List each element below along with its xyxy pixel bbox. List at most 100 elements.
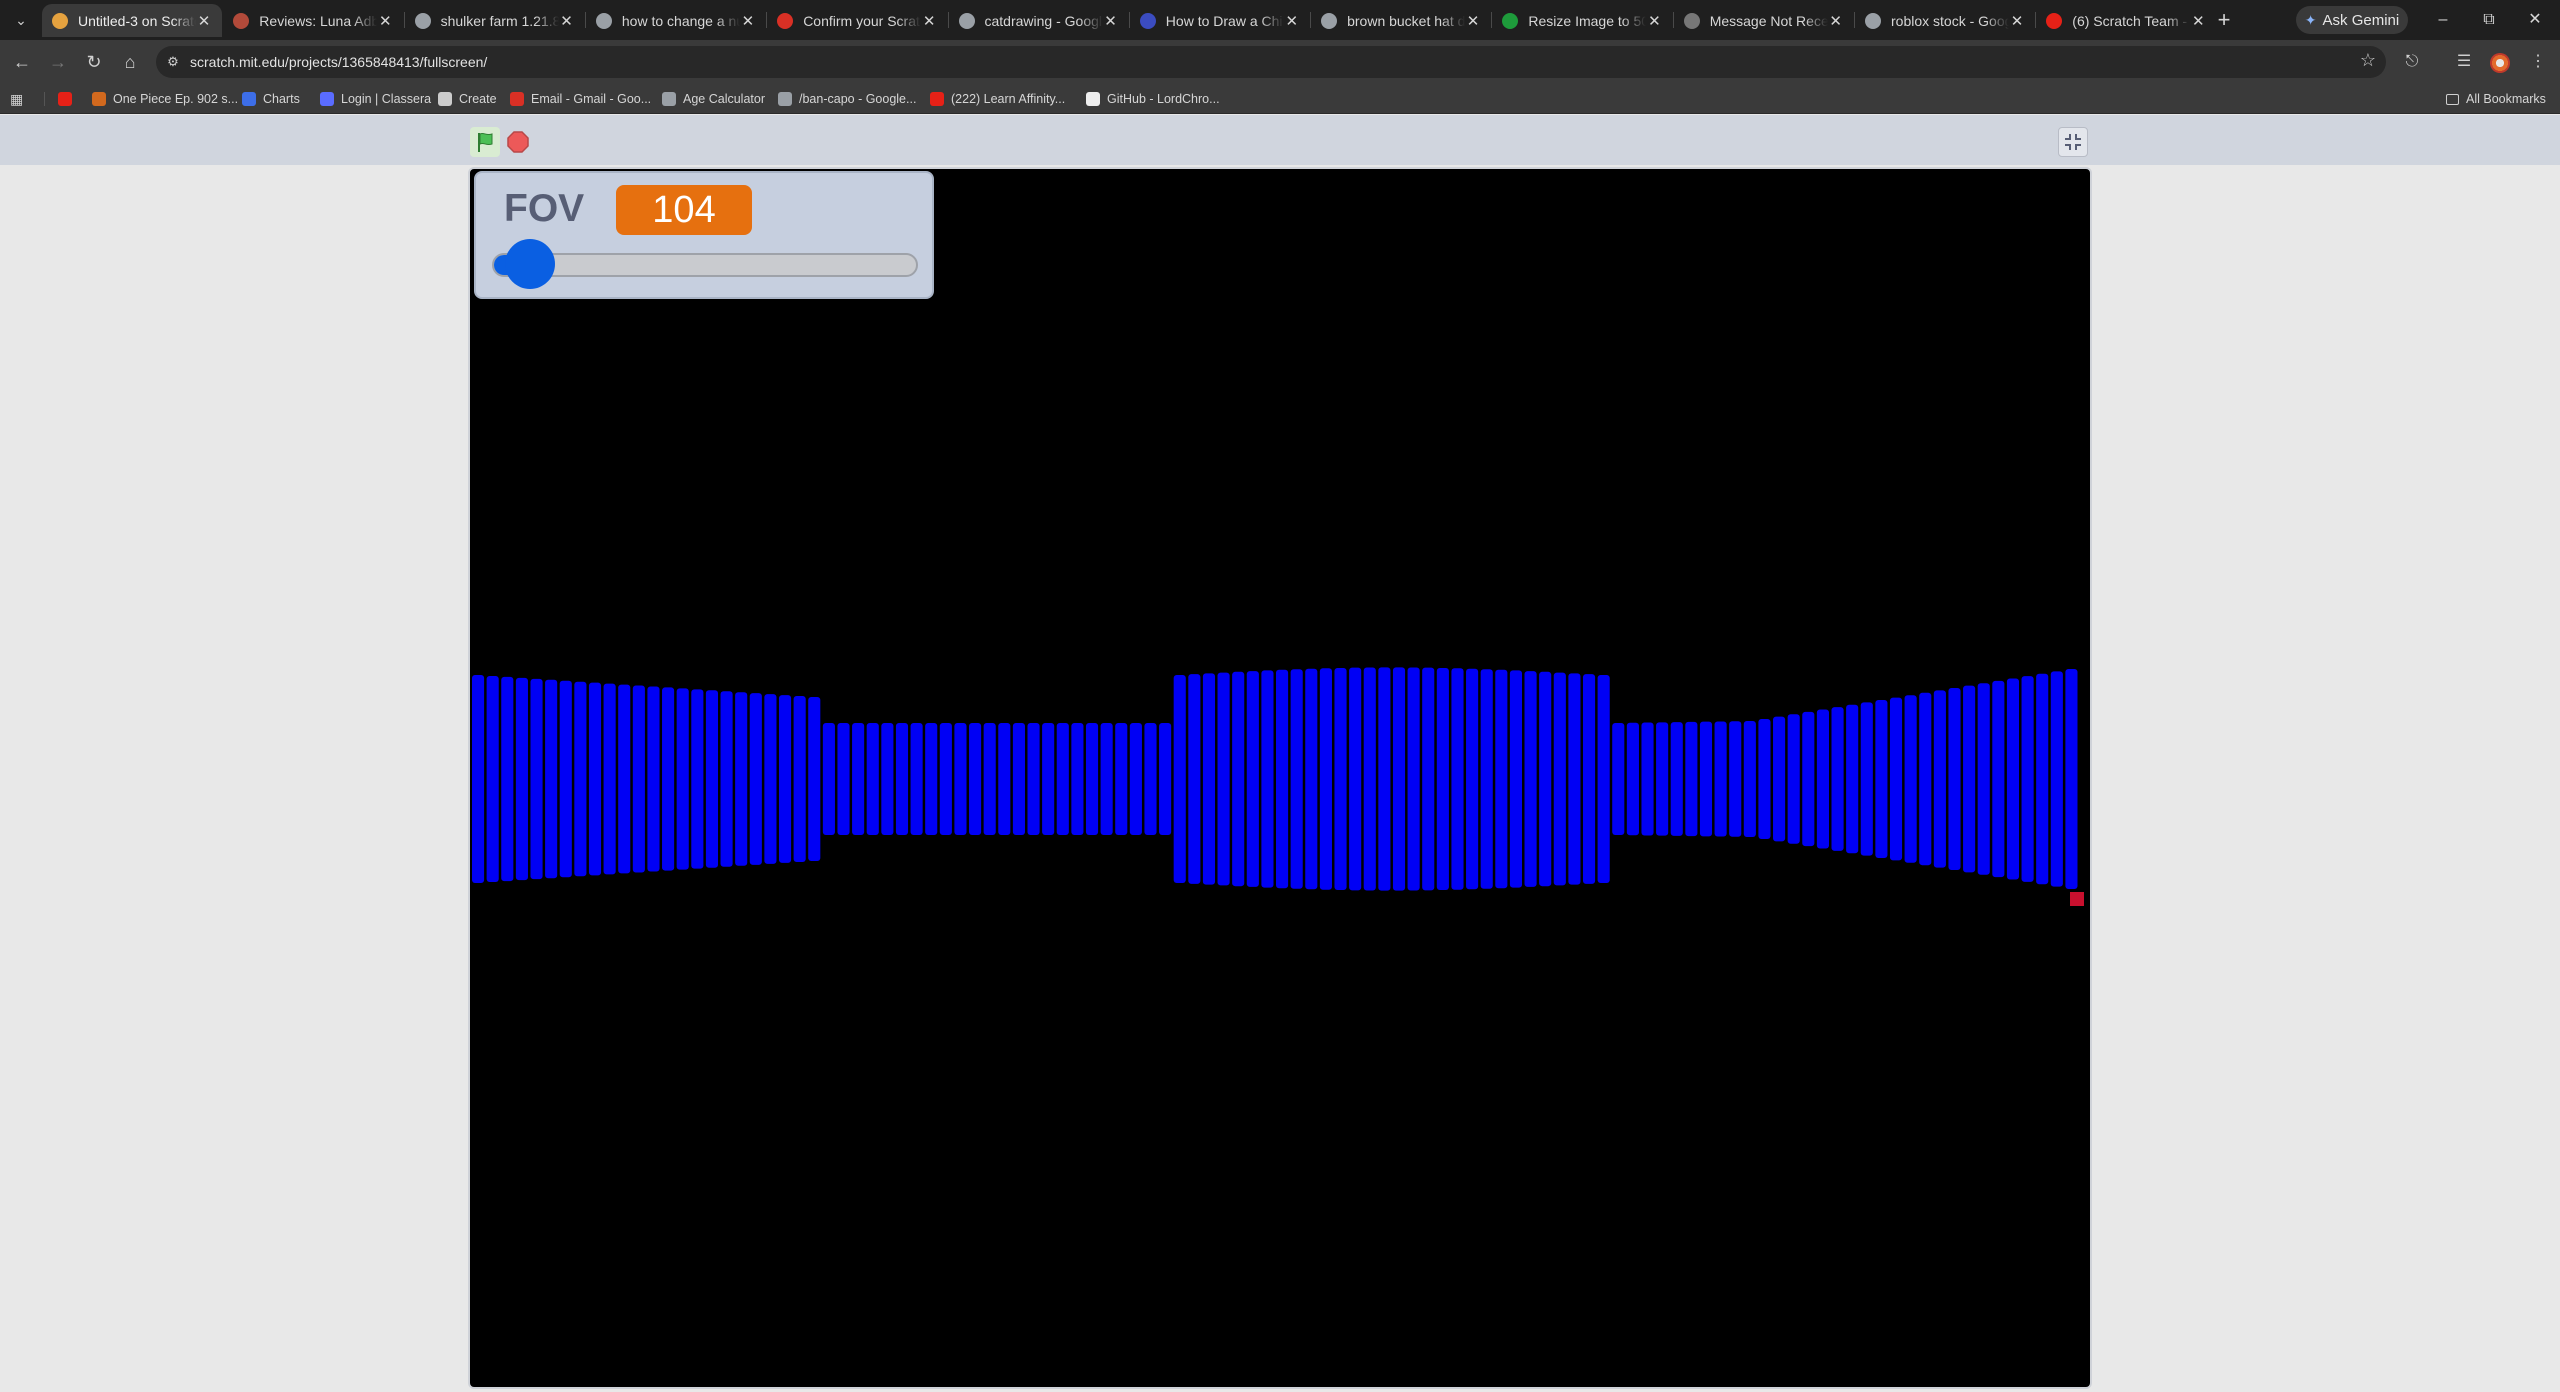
github-icon (1086, 92, 1100, 106)
tab[interactable]: how to change a nu ✕ (586, 4, 766, 37)
wall-column (2050, 671, 2063, 887)
bookmark-item[interactable]: (222) Learn Affinity... (930, 89, 1065, 109)
google-icon (778, 92, 792, 106)
tab[interactable]: catdrawing - Google ✕ (949, 4, 1129, 37)
wall-column (1480, 669, 1493, 889)
url-text[interactable]: scratch.mit.edu/projects/1365848413/full… (190, 54, 487, 70)
wall-column (1334, 667, 1347, 891)
bookmark-item[interactable]: One Piece Ep. 902 s... (92, 89, 238, 109)
tab[interactable]: Confirm your Scratch✕ (767, 4, 947, 37)
project-stage[interactable]: FOV 104 (468, 167, 2092, 1389)
bookmark-label: (222) Learn Affinity... (951, 92, 1066, 106)
tab[interactable]: How to Draw a Chibi ✕ (1130, 4, 1310, 37)
bookmark-item[interactable]: Charts (242, 89, 300, 109)
wall-column (1656, 722, 1669, 836)
tab-close-icon[interactable]: ✕ (1465, 12, 1481, 30)
tab-close-icon[interactable]: ✕ (740, 12, 756, 30)
wall-column (735, 692, 748, 866)
tab-close-icon[interactable]: ✕ (921, 12, 937, 30)
tab[interactable]: Untitled-3 on Scratch ✕ (42, 4, 222, 37)
browser-tab-strip: ⌄ Untitled-3 on Scratch ✕ Reviews: Luna Ad… (0, 0, 2560, 40)
profile-avatar[interactable] (2490, 53, 2510, 73)
fov-slider[interactable] (492, 239, 918, 289)
wall-column (2065, 669, 2078, 889)
tab-close-icon[interactable]: ✕ (559, 12, 575, 30)
bookmark-item[interactable] (58, 89, 79, 109)
tab-separator (947, 12, 949, 28)
youtube-icon (930, 92, 944, 106)
tab-close-icon[interactable]: ✕ (377, 12, 393, 30)
green-flag-button[interactable] (470, 127, 500, 157)
fov-slider-thumb[interactable] (504, 239, 555, 289)
bookmark-item[interactable]: Email - Gmail - Goo... (510, 89, 651, 109)
bookmark-item[interactable]: Login | Classera (320, 89, 431, 109)
wall-column (1582, 674, 1596, 884)
reload-icon[interactable]: ↻ (80, 48, 108, 76)
apps-grid-icon[interactable]: ▦ (10, 89, 23, 109)
tab[interactable]: Message Not Receiv ✕ (1674, 4, 1854, 37)
all-bookmarks-button[interactable]: All Bookmarks (2446, 89, 2546, 109)
tab-search-icon[interactable]: ⌄ (8, 8, 34, 32)
bookmark-item[interactable]: /ban-capo - Google... (778, 89, 916, 109)
stop-button[interactable] (507, 131, 529, 153)
media-controls-icon[interactable]: ☰ (2450, 48, 2478, 76)
tab-title: Resize Image to 500 (1528, 12, 1647, 29)
tab-close-icon[interactable]: ✕ (2009, 12, 2025, 30)
bookmark-item[interactable]: GitHub - LordChro... (1086, 89, 1220, 109)
wall-column (1626, 722, 1639, 836)
bookmarks-bar: ▦ One Piece Ep. 902 s... Charts Login | Cl… (0, 84, 2560, 114)
wall-column (1685, 721, 1698, 837)
tab-title: How to Draw a Chibi (1165, 12, 1284, 29)
wall-column (1670, 722, 1683, 836)
gemini-spark-icon: ✦ (2304, 11, 2317, 28)
close-window-icon[interactable]: ✕ (2512, 0, 2558, 40)
exit-fullscreen-button[interactable] (2058, 127, 2088, 157)
wall-column (749, 693, 762, 865)
tab-close-icon[interactable]: ✕ (1646, 12, 1662, 30)
wall-column (1743, 721, 1756, 837)
wall-column (1363, 667, 1376, 891)
wall-column (1846, 704, 1859, 854)
bookmark-star-icon[interactable]: ☆ (2360, 50, 2376, 71)
calculator-icon (662, 92, 676, 106)
bookmark-item[interactable]: Age Calculator (662, 89, 765, 109)
tab-close-icon[interactable]: ✕ (1284, 12, 1300, 30)
wall-column (662, 687, 675, 871)
wall-column (1290, 669, 1303, 889)
tab[interactable]: (6) Scratch Team - Y ✕ (2036, 4, 2216, 37)
wall-column (1802, 711, 1815, 847)
new-tab-button[interactable]: + (2210, 6, 2238, 34)
tab-title: catdrawing - Google (984, 12, 1103, 29)
tab-title: brown bucket hat dr (1347, 12, 1466, 29)
wall-column (720, 691, 733, 867)
minimize-icon[interactable]: – (2420, 0, 2466, 40)
exit-fullscreen-icon (2065, 134, 2081, 150)
bookmark-item[interactable]: Create (438, 89, 497, 109)
bookmark-label: Email - Gmail - Goo... (531, 92, 652, 106)
menu-icon[interactable]: ⋮ (2524, 48, 2552, 76)
tab[interactable]: shulker farm 1.21.8 - ✕ (405, 4, 585, 37)
tab[interactable]: brown bucket hat dr ✕ (1311, 4, 1491, 37)
tab[interactable]: Reviews: Luna Adblock✕ (223, 4, 403, 37)
wall-column (1085, 723, 1099, 835)
wall-column (808, 697, 821, 861)
tab-close-icon[interactable]: ✕ (1103, 12, 1119, 30)
tab-close-icon[interactable]: ✕ (2190, 12, 2206, 30)
site-info-icon[interactable]: ⚙ (156, 54, 190, 70)
google-icon (414, 12, 431, 29)
tab[interactable]: Resize Image to 500 ✕ (1492, 4, 1672, 37)
forward-icon[interactable]: → (44, 48, 72, 76)
address-bar[interactable]: ⚙ scratch.mit.edu/projects/1365848413/fu… (156, 46, 2386, 78)
wall-column (1232, 671, 1245, 887)
wall-column (1524, 671, 1537, 887)
tab-close-icon[interactable]: ✕ (1828, 12, 1844, 30)
extensions-icon[interactable]: ⎋ (2398, 48, 2426, 76)
tab[interactable]: roblox stock - Googl ✕ (1855, 4, 2035, 37)
tab-title: roblox stock - Googl (1891, 12, 2009, 29)
ask-gemini-button[interactable]: ✦ Ask Gemini (2296, 6, 2408, 34)
restore-icon[interactable]: ⧉ (2466, 0, 2512, 40)
back-icon[interactable]: ← (8, 48, 36, 76)
home-icon[interactable]: ⌂ (116, 48, 144, 76)
wall-column (822, 723, 835, 835)
tab-close-icon[interactable]: ✕ (196, 12, 212, 30)
